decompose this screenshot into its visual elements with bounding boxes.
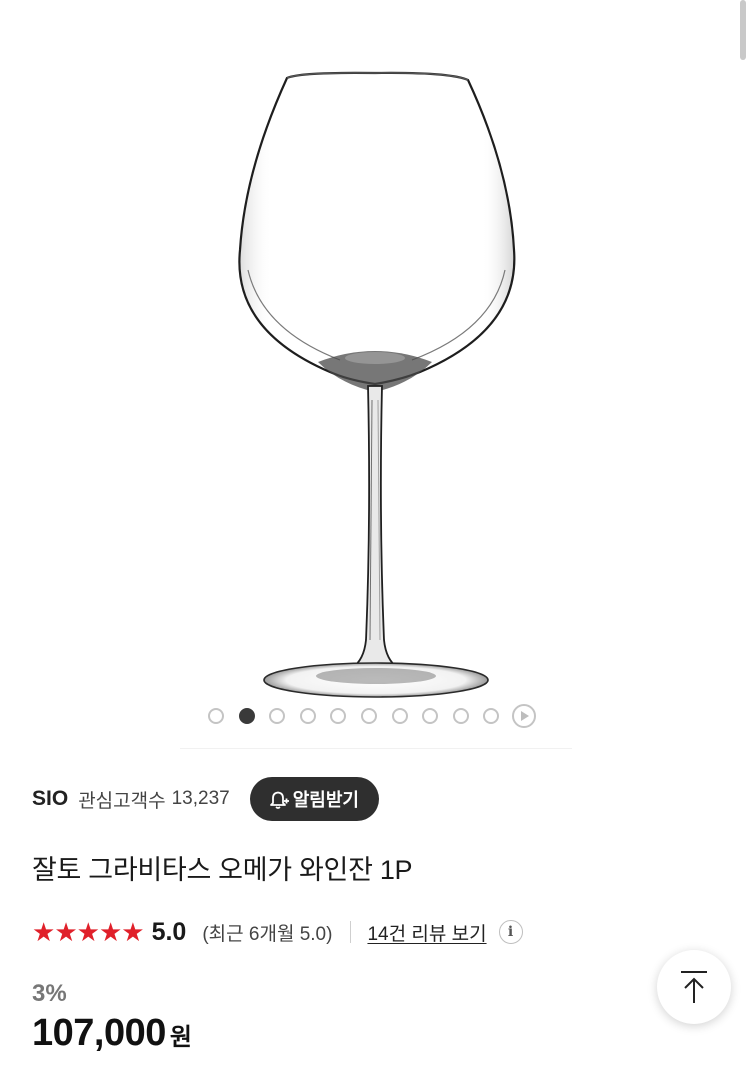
product-image-gallery[interactable] <box>0 0 750 750</box>
discount-rate: 3% <box>32 980 67 1007</box>
pagination-dot-active[interactable] <box>238 708 255 724</box>
pagination-dot[interactable] <box>360 708 377 724</box>
review-link[interactable]: 14건 리뷰 보기 <box>367 919 486 946</box>
pagination-dot[interactable] <box>208 708 224 724</box>
star-icon: ★ <box>121 917 145 947</box>
star-icon: ★ <box>54 917 78 947</box>
pagination-dot[interactable] <box>269 708 286 724</box>
pagination-dot[interactable] <box>483 708 500 724</box>
brand-name[interactable]: SIO <box>32 787 68 811</box>
rating-score: 5.0 <box>151 917 187 946</box>
price-row: 107,000 원 <box>32 1012 192 1055</box>
notify-button-label: 알림받기 <box>292 790 359 810</box>
star-icon: ★ <box>98 917 123 947</box>
recent-rating: (최근 6개월 5.0) <box>202 923 333 945</box>
autoplay-play-icon[interactable] <box>511 704 536 728</box>
followers-count: 13,237 <box>171 788 230 809</box>
gallery-pagination <box>208 704 536 728</box>
notify-button[interactable]: 알림받기 <box>249 777 379 821</box>
price-amount: 107,000 <box>32 1012 166 1054</box>
pagination-dot[interactable] <box>391 708 408 724</box>
price-currency: 원 <box>169 1024 192 1051</box>
wine-glass-image <box>238 71 516 698</box>
pagination-dot[interactable] <box>299 708 316 724</box>
separator <box>350 921 352 943</box>
pagination-dot[interactable] <box>452 708 469 724</box>
star-rating: ★ ★ ★ ★ ★ <box>32 917 145 947</box>
rating-row: ★ ★ ★ ★ ★ 5.0 (최근 6개월 5.0) 14건 리뷰 보기 i <box>32 912 523 952</box>
followers-label: 관심고객수 <box>78 790 166 812</box>
scroll-to-top-button[interactable] <box>657 950 731 1024</box>
pagination-dot[interactable] <box>422 708 439 724</box>
gallery-divider <box>180 748 572 749</box>
star-icon: ★ <box>32 917 56 947</box>
brand-row: SIO 관심고객수 13,237 알림받기 <box>32 776 379 822</box>
star-icon: ★ <box>76 917 100 947</box>
product-title: 잘토 그라비타스 오메가 와인잔 1P <box>32 855 413 885</box>
arrow-up-icon <box>681 971 707 1003</box>
info-icon[interactable]: i <box>498 920 523 944</box>
pagination-dot[interactable] <box>330 708 347 724</box>
bell-plus-icon <box>269 791 289 809</box>
